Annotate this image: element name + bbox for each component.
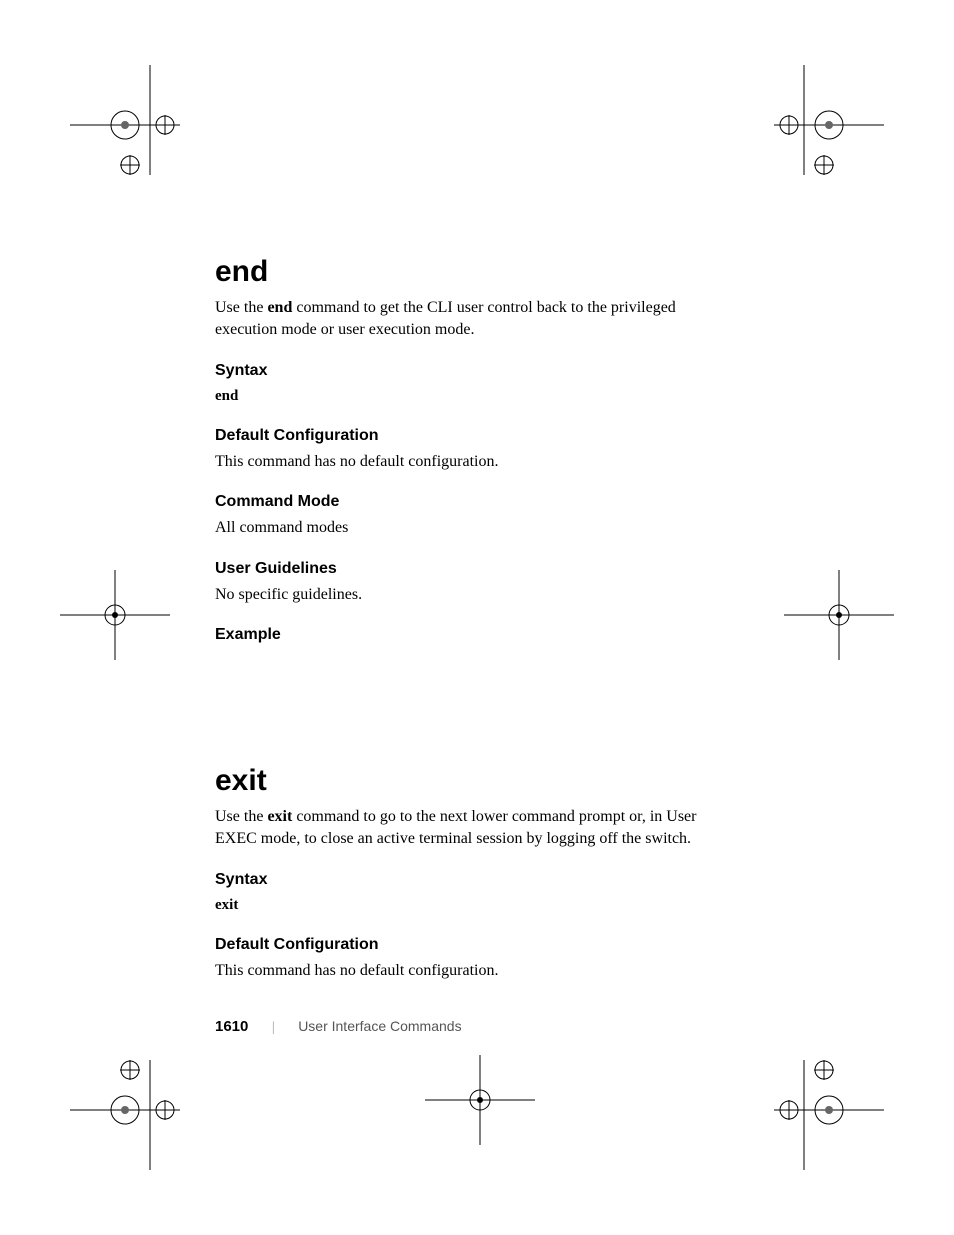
command-section-exit: exit Use the exit command to go to the n… [215, 764, 735, 982]
footer-title: User Interface Commands [298, 1018, 461, 1034]
default-config-heading: Default Configuration [215, 427, 735, 445]
syntax-command: end [215, 386, 735, 407]
page-number: 1610 [215, 1018, 248, 1035]
command-intro-exit: Use the exit command to go to the next l… [215, 806, 735, 851]
user-guidelines-heading: User Guidelines [215, 560, 735, 578]
command-keyword: end [267, 299, 292, 316]
example-heading: Example [215, 626, 735, 644]
text: Use the [215, 808, 267, 825]
user-guidelines-body: No specific guidelines. [215, 584, 735, 606]
command-title-exit: exit [215, 764, 735, 798]
text: Use the [215, 299, 267, 316]
default-config-heading: Default Configuration [215, 936, 735, 954]
syntax-heading: Syntax [215, 871, 735, 889]
default-config-body: This command has no default configuratio… [215, 960, 735, 982]
registration-mark-icon [774, 65, 884, 175]
syntax-command: exit [215, 895, 735, 916]
registration-mark-icon [425, 1045, 535, 1155]
command-mode-body: All command modes [215, 517, 735, 539]
default-config-body: This command has no default configuratio… [215, 451, 735, 473]
registration-mark-icon [60, 560, 170, 670]
command-intro-end: Use the end command to get the CLI user … [215, 297, 735, 342]
page-footer: 1610 | User Interface Commands [215, 1018, 462, 1036]
registration-mark-icon [784, 560, 894, 670]
syntax-heading: Syntax [215, 362, 735, 380]
page-content: end Use the end command to get the CLI u… [215, 255, 735, 986]
command-keyword: exit [267, 808, 292, 825]
registration-mark-icon [70, 65, 180, 175]
command-title-end: end [215, 255, 735, 289]
footer-divider: | [272, 1020, 275, 1035]
registration-mark-icon [774, 1060, 884, 1170]
registration-mark-icon [70, 1060, 180, 1170]
command-mode-heading: Command Mode [215, 493, 735, 511]
